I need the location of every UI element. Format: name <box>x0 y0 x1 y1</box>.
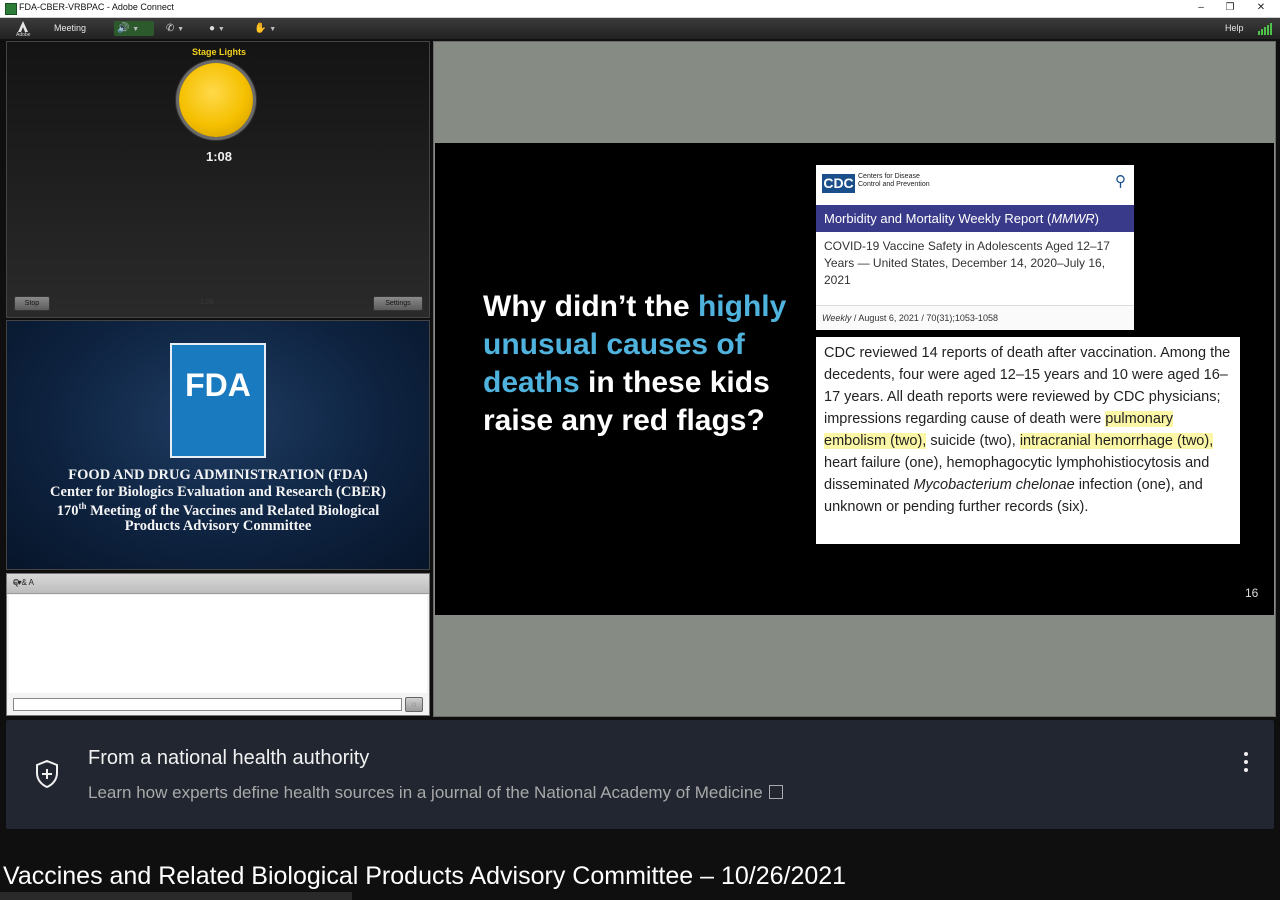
fda-line-2: Center for Biologics Evaluation and Rese… <box>50 484 386 500</box>
video-title: Vaccines and Related Biological Products… <box>3 862 847 890</box>
help-menu[interactable]: Help <box>1225 21 1244 36</box>
fda-line-4: Products Advisory Committee <box>124 518 312 534</box>
pod-menu-icon[interactable]: ≡▾ <box>13 578 421 587</box>
chevron-down-icon: ▼ <box>217 26 225 33</box>
panel-link-text[interactable]: Learn how experts define health sources … <box>88 783 763 802</box>
connect-menubar: Adobe Meeting 🔊 ▼ ✆ ▼ ● ▼ ✋ ▼ Help <box>0 18 1280 40</box>
phone-icon: ✆ <box>166 23 175 34</box>
cdc-name-line-1: Centers for Disease <box>858 173 920 180</box>
article-title: COVID-19 Vaccine Safety in Adolescents A… <box>824 239 1110 287</box>
citation-weekly: Weekly <box>822 313 852 323</box>
close-button[interactable]: ✕ <box>1252 1 1270 15</box>
stage-lights-timer: 1:08 <box>205 149 233 164</box>
search-icon: ⚲ <box>1115 173 1126 190</box>
stage-lights-title: Stage Lights <box>191 47 246 57</box>
app-icon <box>5 3 17 15</box>
hand-raise-button[interactable]: ✋ ▼ <box>251 21 285 36</box>
adobe-logo: Adobe <box>14 19 32 38</box>
qa-message-area[interactable] <box>9 595 427 693</box>
quote-text: suicide (two), <box>926 433 1020 449</box>
mmwr-header-close: ) <box>1094 211 1100 226</box>
more-options-icon[interactable] <box>1241 747 1251 777</box>
quote-highlight: intracranial hemorrhage (two), <box>1019 433 1214 449</box>
shield-plus-icon <box>34 759 60 789</box>
speaker-button[interactable]: 🔊 ▼ <box>114 21 154 36</box>
fda-title-pod: FDA FOOD AND DRUG ADMINISTRATION (FDA) C… <box>6 320 430 570</box>
settings-button[interactable]: Settings <box>373 296 423 311</box>
chevron-down-icon: ▼ <box>269 26 277 33</box>
camera-button[interactable]: ● ▼ <box>206 21 240 36</box>
stage-light-indicator <box>179 63 253 137</box>
restore-button[interactable]: ❐ <box>1221 1 1239 15</box>
article-citation: Weekly / August 6, 2021 / 70(31);1053-10… <box>816 305 1134 330</box>
adobe-logo-label: Adobe <box>16 32 31 38</box>
fda-logo: FDA <box>170 343 266 458</box>
qa-send-button[interactable]: ◌ <box>405 697 423 712</box>
cdc-header: CDC Centers for Disease Control and Preve… <box>816 165 1134 203</box>
fda-line-3: 170th Meeting of the Vaccines and Relate… <box>7 501 429 520</box>
mmwr-abbrev: MMWR <box>1051 211 1095 226</box>
mmwr-header-text: Morbidity and Mortality Weekly Report ( <box>824 211 1052 226</box>
chevron-down-icon: ▼ <box>132 26 140 33</box>
presentation-slide: Why didn’t the highly unusual causes of … <box>435 143 1274 615</box>
stop-button[interactable]: Stop <box>14 296 50 311</box>
mmwr-card: CDC Centers for Disease Control and Preve… <box>816 165 1134 330</box>
cdc-logo: CDC <box>822 174 855 193</box>
window-title: FDA-CBER-VRBPAC - Adobe Connect <box>19 2 174 12</box>
slide-page-number: 16 <box>1245 586 1259 600</box>
quote-italic: Mycobacterium chelonae <box>913 477 1075 493</box>
meeting-menu[interactable]: Meeting <box>54 21 86 36</box>
phone-button[interactable]: ✆ ▼ <box>163 21 195 36</box>
camera-icon: ● <box>209 23 216 34</box>
window-titlebar: FDA-CBER-VRBPAC - Adobe Connect – ❐ ✕ <box>0 0 1280 18</box>
question-part-1: Why didn’t the <box>483 290 698 323</box>
signal-icon <box>1258 22 1272 35</box>
health-source-panel: From a national health authority Learn h… <box>6 720 1274 829</box>
channel-line <box>0 892 352 900</box>
stage-lights-pod: Stage Lights 1:08 Stop 1:08 Settings <box>6 41 430 318</box>
qa-input[interactable] <box>13 698 402 711</box>
cdc-name: Centers for Disease Control and Preventio… <box>858 173 930 189</box>
external-link-icon <box>768 785 783 799</box>
slide-question: Why didn’t the highly unusual causes of … <box>483 288 803 440</box>
citation-detail: / August 6, 2021 / 70(31);1053-1058 <box>851 313 998 323</box>
speaker-icon: 🔊 <box>117 23 130 34</box>
qa-pod: Q & A ≡▾ ◌ <box>6 573 430 716</box>
stage-lights-ghost-timer: 1:08 <box>200 299 214 306</box>
meeting-name: Meeting of the Vaccines and Related Biol… <box>86 502 380 519</box>
fda-line-1: FOOD AND DRUG ADMINISTRATION (FDA) <box>68 467 368 483</box>
qa-header: Q & A ≡▾ <box>7 574 429 594</box>
panel-link[interactable]: Learn how experts define health sources … <box>88 783 783 803</box>
mmwr-header: Morbidity and Mortality Weekly Report (M… <box>816 205 1134 232</box>
cdc-name-line-2: Control and Prevention <box>858 181 930 188</box>
meeting-number: 170 <box>56 502 79 519</box>
hand-raise-icon: ✋ <box>254 23 267 34</box>
minimize-button[interactable]: – <box>1192 1 1210 15</box>
article-quote: CDC reviewed 14 reports of death after v… <box>816 337 1240 544</box>
panel-title: From a national health authority <box>88 747 370 769</box>
chat-bubble-icon: ◌ <box>411 700 417 709</box>
chevron-down-icon: ▼ <box>177 26 185 33</box>
